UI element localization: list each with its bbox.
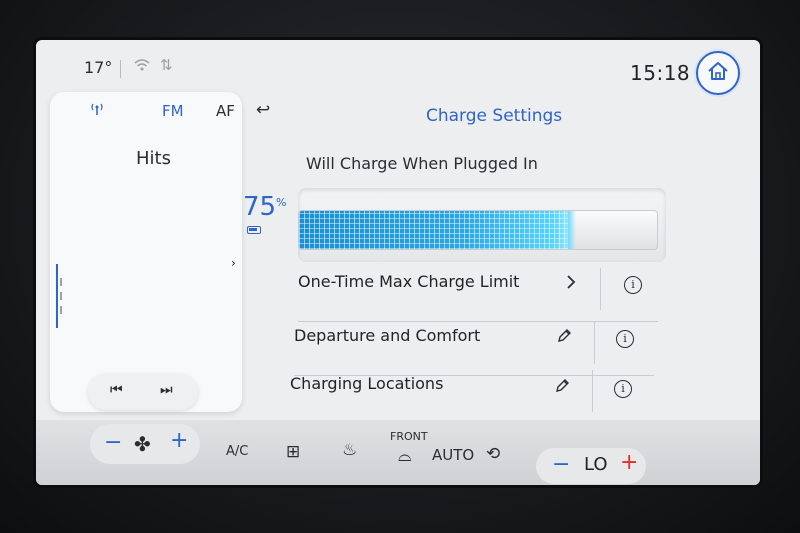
expand-chevron-icon[interactable]: › <box>231 256 236 270</box>
climate-controls: − ✤ + A/C ⊞ ♨ FRONT ⌓ AUTO ⟲ − LO + <box>36 420 760 485</box>
battery-icon <box>247 226 261 234</box>
radio-card[interactable]: FM AF Hits ⏮ ⏭ <box>50 92 242 412</box>
playback-controls: ⏮ ⏭ <box>88 374 198 410</box>
auto-button[interactable]: AUTO <box>432 446 474 464</box>
info-icon[interactable]: i <box>624 276 642 294</box>
fan-icon: ✤ <box>134 432 151 456</box>
front-defrost-label: FRONT <box>390 430 428 443</box>
fan-speed-control: − ✤ + <box>90 424 200 464</box>
pencil-icon[interactable] <box>554 378 570 398</box>
status-divider <box>120 60 121 78</box>
charge-bar <box>298 210 658 250</box>
station-name: Hits <box>136 148 171 169</box>
next-track-icon[interactable]: ⏭ <box>160 382 173 398</box>
radio-band[interactable]: FM <box>162 102 184 120</box>
temperature-control: − LO + <box>536 448 646 484</box>
charge-status-text: Will Charge When Plugged In <box>306 154 538 173</box>
clock: 15:18 <box>630 61 691 85</box>
data-transfer-icon: ⇅ <box>160 56 173 74</box>
af-toggle[interactable]: AF <box>216 102 235 120</box>
chevron-right-icon[interactable] <box>566 274 576 294</box>
row-label: Departure and Comfort <box>294 326 481 345</box>
wifi-icon <box>134 58 150 76</box>
row-divider <box>600 268 601 310</box>
temp-increase-button[interactable]: + <box>620 450 638 475</box>
back-arrow-icon[interactable]: ↩ <box>256 100 270 120</box>
recirculation-icon[interactable]: ⟲ <box>486 444 500 464</box>
list-item-max-charge-limit[interactable]: One-Time Max Charge Limit i <box>298 268 658 322</box>
charge-fill <box>299 211 575 249</box>
charge-level-slider[interactable] <box>298 188 666 262</box>
list-item-departure-comfort[interactable]: Departure and Comfort i <box>294 322 654 376</box>
front-defrost-icon[interactable]: ⌓ <box>398 446 411 466</box>
info-icon[interactable]: i <box>614 380 632 398</box>
home-button[interactable] <box>696 51 740 95</box>
row-label: One-Time Max Charge Limit <box>298 272 520 291</box>
fan-decrease-button[interactable]: − <box>104 430 122 455</box>
pencil-icon[interactable] <box>556 328 572 348</box>
previous-track-icon[interactable]: ⏮ <box>110 382 123 398</box>
list-item-charging-locations[interactable]: Charging Locations i <box>290 370 650 424</box>
home-icon <box>707 61 729 85</box>
row-divider <box>592 370 593 412</box>
touchscreen: 17° ⇅ 15:18 FM AF Hits ⏮ ⏭ ↩ Charge Sett… <box>36 40 760 485</box>
page-title: Charge Settings <box>426 106 563 126</box>
row-label: Charging Locations <box>290 374 444 393</box>
seat-airflow-icon[interactable]: ♨ <box>342 440 357 460</box>
outside-temperature: 17° <box>84 58 113 77</box>
card-scroll-indicator <box>56 264 62 328</box>
rear-defrost-icon[interactable]: ⊞ <box>286 442 300 462</box>
info-icon[interactable]: i <box>616 330 634 348</box>
fan-increase-button[interactable]: + <box>170 428 188 453</box>
row-divider <box>594 322 595 364</box>
ac-button[interactable]: A/C <box>226 444 248 459</box>
temperature-value: LO <box>584 454 608 475</box>
temp-decrease-button[interactable]: − <box>552 452 570 477</box>
percent-symbol: % <box>276 196 287 209</box>
antenna-icon <box>90 102 104 120</box>
battery-percent: 75 <box>243 192 277 222</box>
